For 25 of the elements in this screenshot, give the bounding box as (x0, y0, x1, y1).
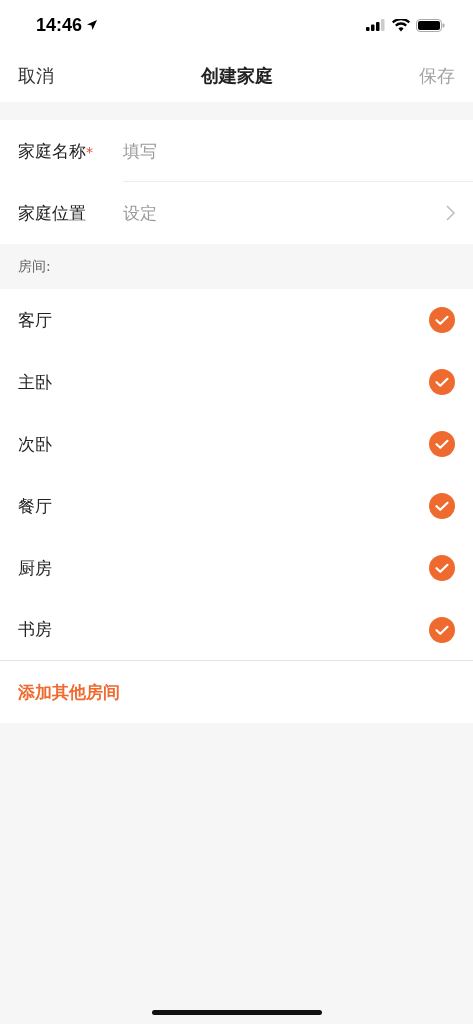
room-name: 主卧 (18, 370, 52, 394)
checkmark-icon[interactable] (429, 555, 455, 581)
checkmark-icon[interactable] (429, 307, 455, 333)
checkmark-icon[interactable] (429, 493, 455, 519)
battery-icon (416, 18, 445, 32)
room-name: 书房 (18, 618, 52, 641)
add-room-link[interactable]: 添加其他房间 (18, 661, 120, 723)
room-name: 次卧 (18, 432, 52, 456)
field-label: 家庭位置 (18, 201, 87, 225)
signal-icon (366, 19, 386, 31)
room-name: 餐厅 (18, 494, 52, 518)
status-time: 14:46 (36, 14, 83, 36)
checkmark-icon[interactable] (429, 369, 455, 395)
section-header: 房间: (18, 257, 51, 276)
location-value[interactable]: 设定 (123, 201, 157, 225)
chevron-right-icon[interactable] (446, 205, 455, 221)
room-name: 客厅 (18, 308, 52, 332)
checkmark-icon[interactable] (429, 616, 455, 643)
checkmark-icon[interactable] (429, 431, 455, 457)
location-arrow-icon (86, 19, 99, 31)
wifi-icon (392, 18, 410, 32)
cancel-button[interactable]: 取消 (18, 64, 54, 88)
field-label: 家庭名称* (18, 139, 94, 163)
page-title: 创建家庭 (200, 64, 273, 88)
room-name: 厨房 (18, 556, 52, 580)
